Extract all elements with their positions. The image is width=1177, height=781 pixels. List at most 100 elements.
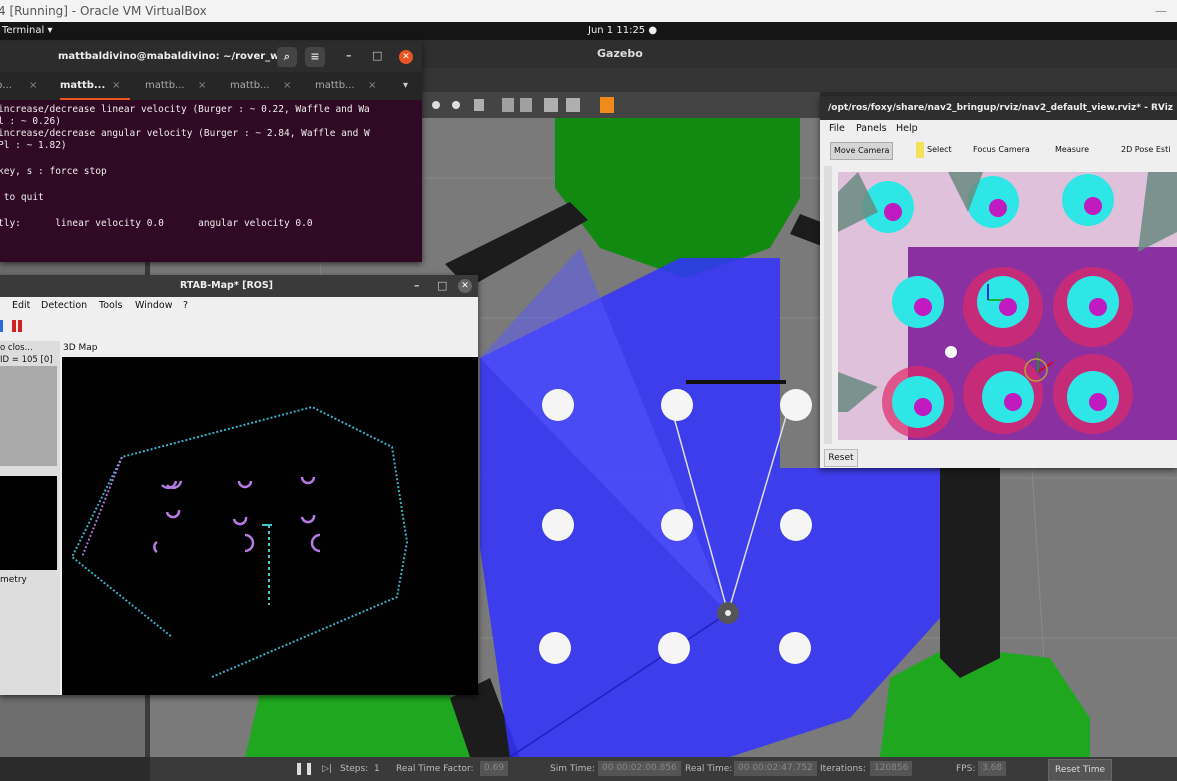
app-menu[interactable]: Terminal ▾ bbox=[2, 22, 52, 40]
paste-icon bbox=[520, 98, 532, 112]
rtabmap-window: RTAB-Map* [ROS] – □ ✕ Edit Detection Too… bbox=[0, 275, 478, 695]
steps-label: Steps: bbox=[340, 764, 369, 774]
minimize-button[interactable]: — bbox=[1155, 0, 1167, 22]
menu-window[interactable]: Window bbox=[135, 300, 172, 311]
tab-4[interactable]: mattb... bbox=[230, 72, 270, 100]
minimize-icon[interactable]: – bbox=[346, 49, 352, 62]
move-camera-tool[interactable]: Move Camera bbox=[830, 142, 894, 160]
terminal-line: tly: linear velocity 0.0 angular velocit… bbox=[0, 218, 313, 229]
copy-icon bbox=[502, 98, 514, 112]
real-time-label: Real Time: bbox=[685, 764, 733, 774]
iterations-value: 120856 bbox=[870, 761, 913, 776]
measure-tool[interactable]: Measure bbox=[1052, 142, 1092, 158]
menu-help[interactable]: ? bbox=[183, 300, 188, 311]
current-image bbox=[0, 476, 57, 570]
wall bbox=[940, 458, 1000, 678]
tab-1[interactable]: b... bbox=[0, 72, 12, 100]
menu-detection[interactable]: Detection bbox=[41, 300, 87, 311]
sim-time-label: Sim Time: bbox=[550, 764, 595, 774]
menu-panels[interactable]: Panels bbox=[856, 123, 887, 134]
terminal-window: mattbaldivino@mabaldivino: ~/rover_ws ⌕ … bbox=[0, 42, 422, 314]
sim-time-value: 00 00:02:00.856 bbox=[598, 761, 681, 776]
loop-image bbox=[0, 366, 57, 466]
rviz-titlebar: /opt/ros/foxy/share/nav2_bringup/rviz/na… bbox=[820, 96, 1177, 120]
play-icon[interactable] bbox=[0, 320, 3, 332]
steps-value[interactable]: 1 bbox=[374, 764, 380, 774]
rtabmap-toolbar bbox=[0, 315, 478, 337]
green-obstacle bbox=[245, 693, 470, 757]
real-time-value: 00 00:02:47.752 bbox=[734, 761, 817, 776]
reset-time-button[interactable]: Reset Time bbox=[1048, 759, 1112, 781]
terminal-tabs: b... × mattb... × mattb... × mattb... × … bbox=[0, 72, 422, 100]
tab-close-icon[interactable]: × bbox=[198, 72, 206, 100]
snap-icon bbox=[566, 98, 580, 112]
pose-estimate-tool[interactable]: 2D Pose Esti bbox=[1118, 142, 1173, 158]
rviz-window: /opt/ros/foxy/share/nav2_bringup/rviz/na… bbox=[820, 96, 1177, 468]
tab-close-icon[interactable]: × bbox=[368, 72, 376, 100]
loop-closure-title: o clos... bbox=[0, 343, 33, 353]
tab-3[interactable]: mattb... bbox=[145, 72, 185, 100]
fps-value: 3.68 bbox=[978, 761, 1007, 776]
virtualbox-title: 4 [Running] - Oracle VM VirtualBox bbox=[0, 4, 207, 18]
map-panel-title: 3D Map bbox=[63, 343, 98, 353]
tab-close-icon[interactable]: × bbox=[283, 72, 291, 100]
terminal-line: to quit bbox=[0, 192, 44, 203]
ubuntu-topbar: Terminal ▾ Jun 1 11:25 ● bbox=[0, 22, 1177, 40]
menu-file[interactable]: File bbox=[829, 123, 845, 134]
terminal-line: key, s : force stop bbox=[0, 166, 107, 177]
terminal-line: Pl : ~ 1.82) bbox=[0, 140, 67, 151]
point-light-icon bbox=[452, 101, 460, 109]
pause-icon[interactable] bbox=[12, 320, 16, 332]
menu-help[interactable]: Help bbox=[896, 123, 918, 134]
menu-edit[interactable]: Edit bbox=[12, 300, 30, 311]
terminal-line: l : ~ 0.26) bbox=[0, 116, 61, 127]
tabs-dropdown-icon[interactable]: ▾ bbox=[403, 72, 408, 100]
maximize-icon[interactable]: □ bbox=[372, 49, 382, 62]
screenshot-icon bbox=[600, 97, 614, 113]
odometry-title: metry bbox=[0, 575, 27, 585]
virtualbox-titlebar: 4 [Running] - Oracle VM VirtualBox — bbox=[0, 0, 1177, 22]
search-icon[interactable]: ⌕ bbox=[277, 47, 297, 67]
clock[interactable]: Jun 1 11:25 ● bbox=[588, 22, 657, 40]
select-tool[interactable]: Select bbox=[916, 142, 955, 158]
align-icon bbox=[544, 98, 558, 112]
pause-icon[interactable]: ❚❚ bbox=[294, 761, 314, 775]
terminal-line: increase/decrease angular velocity (Burg… bbox=[0, 128, 370, 139]
rtabmap-titlebar: RTAB-Map* [ROS] – □ ✕ bbox=[0, 275, 478, 297]
terminal-titlebar: mattbaldivino@mabaldivino: ~/rover_ws ⌕ … bbox=[0, 42, 422, 72]
gazebo-bottom-bar: ❚❚ ▷| Steps: 1 Real Time Factor: 0.69 Si… bbox=[150, 757, 1177, 781]
sun-light-icon bbox=[432, 101, 440, 109]
menu-tools[interactable]: Tools bbox=[99, 300, 122, 311]
tab-close-icon[interactable]: × bbox=[29, 72, 37, 100]
terminal-title: mattbaldivino@mabaldivino: ~/rover_ws bbox=[58, 51, 286, 62]
rviz-menubar: File Panels Help bbox=[820, 120, 1177, 138]
hamburger-menu-icon[interactable]: ≡ bbox=[305, 47, 325, 67]
gazebo-toolbar-icons[interactable] bbox=[420, 92, 820, 118]
3d-map-view[interactable] bbox=[62, 357, 478, 695]
terminal-output[interactable]: increase/decrease linear velocity (Burge… bbox=[0, 100, 422, 314]
rviz-title: /opt/ros/foxy/share/nav2_bringup/rviz/na… bbox=[828, 103, 1174, 113]
tab-5[interactable]: mattb... bbox=[315, 72, 355, 100]
minimize-icon[interactable]: – bbox=[414, 279, 420, 292]
maximize-icon[interactable]: □ bbox=[437, 279, 447, 292]
gazebo-title: Gazebo bbox=[597, 47, 643, 60]
rviz-toolbar: Move Camera Select Focus Camera Measure … bbox=[820, 138, 1177, 162]
focus-camera-tool[interactable]: Focus Camera bbox=[970, 142, 1033, 158]
rtf-value: 0.69 bbox=[480, 761, 509, 776]
spot-light-icon bbox=[474, 99, 484, 111]
step-icon[interactable]: ▷| bbox=[322, 764, 332, 774]
rviz-costmap-view[interactable] bbox=[838, 172, 1177, 440]
rtf-label: Real Time Factor: bbox=[396, 764, 474, 774]
rtabmap-title: RTAB-Map* [ROS] bbox=[180, 280, 274, 291]
fps-label: FPS: bbox=[956, 764, 976, 774]
iterations-label: Iterations: bbox=[820, 764, 866, 774]
terminal-line: increase/decrease linear velocity (Burge… bbox=[0, 104, 370, 115]
close-icon[interactable]: ✕ bbox=[399, 50, 413, 64]
tab-close-icon[interactable]: × bbox=[112, 72, 120, 100]
close-icon[interactable]: ✕ bbox=[458, 279, 472, 293]
node-id: ID = 105 [0] bbox=[0, 355, 53, 365]
rviz-side-handle[interactable] bbox=[824, 166, 832, 444]
rtabmap-left-panel: o clos... ID = 105 [0] metry bbox=[0, 341, 60, 695]
gazebo-toolbar bbox=[420, 92, 820, 118]
reset-button[interactable]: Reset bbox=[824, 449, 858, 467]
